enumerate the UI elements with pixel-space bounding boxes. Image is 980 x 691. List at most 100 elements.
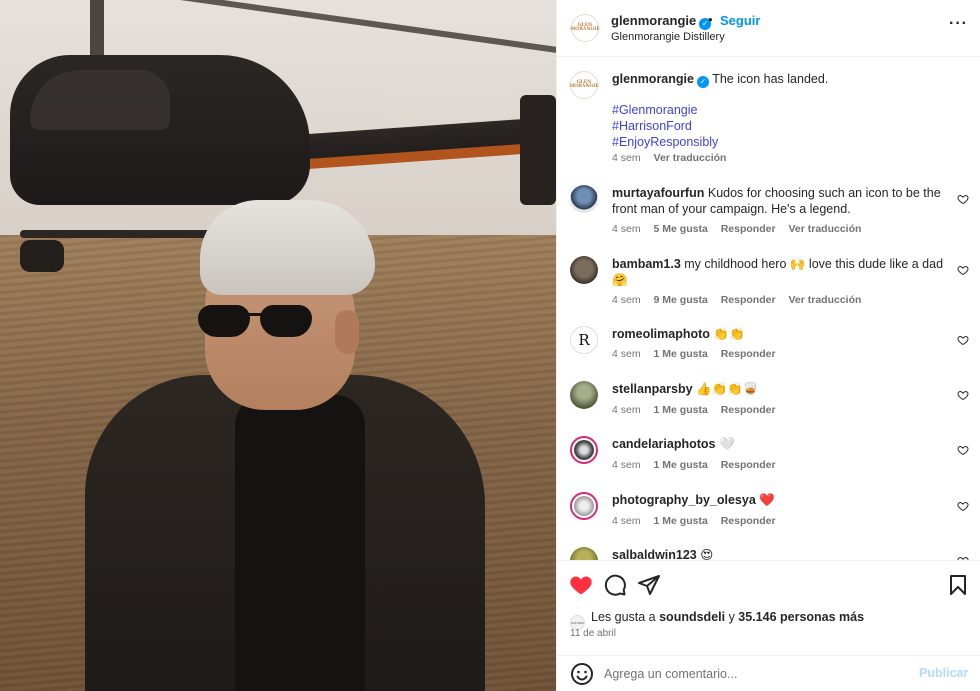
avatar[interactable] <box>570 185 598 213</box>
comment-meta: 4 sem 1 Me gusta Responder <box>612 404 776 416</box>
comment-username[interactable]: murtayafourfun <box>612 186 704 200</box>
comment-username[interactable]: bambam1.3 <box>612 257 681 271</box>
likes-prefix: Les gusta a <box>591 610 660 624</box>
comment-likes[interactable]: 5 Me gusta <box>654 223 708 235</box>
comment-body: ❤️ <box>759 493 775 507</box>
likes-middle: y <box>725 610 739 624</box>
helicopter-wheel <box>20 240 64 272</box>
heart-icon[interactable] <box>957 500 969 512</box>
hashtag-link[interactable]: #EnjoyResponsibly <box>612 134 947 150</box>
post-photo[interactable] <box>0 0 556 691</box>
separator-dot: • <box>708 12 713 27</box>
comment-username[interactable]: photography_by_olesya <box>612 493 756 507</box>
post-date[interactable]: 11 de abril <box>570 628 616 639</box>
follow-button[interactable]: Seguir <box>720 13 760 28</box>
hashtag-link[interactable]: #HarrisonFord <box>612 118 947 134</box>
comment-body: 🤍 <box>718 437 735 451</box>
comment-username[interactable]: candelariaphotos <box>612 437 716 451</box>
heart-icon[interactable] <box>957 389 969 401</box>
heart-icon[interactable] <box>569 573 593 597</box>
caption-meta: 4 sem Ver traducción <box>612 152 726 164</box>
reply-button[interactable]: Responder <box>721 515 776 527</box>
comment-input[interactable] <box>604 664 904 684</box>
caption-age: 4 sem <box>612 152 641 164</box>
hashtag-link[interactable]: #Glenmorangie <box>612 102 947 118</box>
comment-meta: 4 sem 5 Me gusta Responder Ver traducció… <box>612 223 861 235</box>
comment-text: photography_by_olesya ❤️ <box>612 492 947 508</box>
logo-text: GLEN MORANGIE <box>569 79 599 89</box>
likes-count[interactable]: 35.146 personas más <box>738 610 864 624</box>
reply-button[interactable]: Responder <box>721 348 776 360</box>
heart-icon[interactable] <box>957 334 969 346</box>
translate-link[interactable]: Ver traducción <box>654 152 727 164</box>
more-options-icon[interactable]: ··· <box>949 16 969 38</box>
bookmark-icon[interactable] <box>946 573 970 597</box>
post-header: GLEN MORANGIE glenmorangie ✓ • Seguir Gle… <box>557 0 980 57</box>
helicopter-mast <box>90 0 104 60</box>
translate-link[interactable]: Ver traducción <box>788 294 861 306</box>
location-link[interactable]: Glenmorangie Distillery <box>611 31 725 43</box>
comment-meta: 4 sem 1 Me gusta Responder <box>612 348 776 360</box>
comment-username[interactable]: stellanparsby <box>612 382 693 396</box>
helicopter-fin <box>520 95 556 205</box>
account-avatar[interactable]: GLEN MORANGIE <box>570 14 600 42</box>
avatar[interactable] <box>570 492 598 520</box>
comment-age: 4 sem <box>612 223 641 235</box>
helicopter-cabin <box>30 70 170 130</box>
heart-icon[interactable] <box>957 264 969 276</box>
comment-text: stellanparsby 👍👏👏🥃 <box>612 381 947 397</box>
account-name[interactable]: glenmorangie <box>611 13 696 28</box>
avatar-monogram: R <box>578 331 590 349</box>
reply-button[interactable]: Responder <box>721 294 776 306</box>
reply-button[interactable]: Responder <box>721 223 776 235</box>
comment-age: 4 sem <box>612 348 641 360</box>
comments-list[interactable]: GLEN MORANGIE glenmorangie ✓ The icon has… <box>557 57 980 560</box>
comment-meta: 4 sem 1 Me gusta Responder <box>612 515 776 527</box>
emoji-icon[interactable] <box>570 662 594 686</box>
comment-likes[interactable]: 1 Me gusta <box>654 348 708 360</box>
verified-badge-icon: ✓ <box>696 76 709 88</box>
comment-likes[interactable]: 1 Me gusta <box>654 459 708 471</box>
action-bar: SOUNDS Les gusta a soundsdeli y 35.146 pe… <box>557 560 980 655</box>
likes-summary: SOUNDS Les gusta a soundsdeli y 35.146 pe… <box>570 610 864 630</box>
logo-text: GLEN MORANGIE <box>570 22 600 32</box>
comment-likes[interactable]: 1 Me gusta <box>654 515 708 527</box>
comment-meta: 4 sem 1 Me gusta Responder <box>612 459 776 471</box>
heart-icon[interactable] <box>957 444 969 456</box>
comment-text: bambam1.3 my childhood hero 🙌 love this … <box>612 256 947 288</box>
avatar[interactable] <box>570 547 598 560</box>
publish-button[interactable]: Publicar <box>919 666 968 680</box>
caption-body: The icon has landed. <box>712 72 829 86</box>
reply-button[interactable]: Responder <box>721 404 776 416</box>
comment-likes[interactable]: 9 Me gusta <box>654 294 708 306</box>
comment-body: 👍👏👏🥃 <box>696 382 759 396</box>
caption-text: glenmorangie ✓ The icon has landed. #Glen… <box>612 71 947 150</box>
comment-text: murtayafourfun Kudos for choosing such a… <box>612 185 947 217</box>
comment-age: 4 sem <box>612 459 641 471</box>
comment-meta: 4 sem 9 Me gusta Responder Ver traducció… <box>612 294 861 306</box>
account-name-row[interactable]: glenmorangie ✓ <box>611 13 712 30</box>
avatar[interactable] <box>570 436 598 464</box>
comment-username[interactable]: salbaldwin123 <box>612 548 697 560</box>
heart-icon[interactable] <box>957 193 969 205</box>
person-sunglasses <box>198 305 318 339</box>
comment-username[interactable]: romeolimaphoto <box>612 327 710 341</box>
caption-username[interactable]: glenmorangie <box>612 72 694 86</box>
reply-button[interactable]: Responder <box>721 459 776 471</box>
comment-likes[interactable]: 1 Me gusta <box>654 404 708 416</box>
person-ear <box>335 310 359 354</box>
avatar[interactable]: R <box>570 326 598 354</box>
share-icon[interactable] <box>637 573 661 597</box>
comment-composer: Publicar <box>557 655 980 691</box>
comment-text: candelariaphotos 🤍 <box>612 436 947 452</box>
avatar[interactable] <box>570 256 598 284</box>
comment-icon[interactable] <box>603 573 627 597</box>
avatar[interactable] <box>570 381 598 409</box>
post-side-panel: GLEN MORANGIE glenmorangie ✓ • Seguir Gle… <box>556 0 980 691</box>
caption-avatar[interactable]: GLEN MORANGIE <box>569 71 599 99</box>
liker-username[interactable]: soundsdeli <box>659 610 725 624</box>
translate-link[interactable]: Ver traducción <box>788 223 861 235</box>
person-shirt <box>235 395 365 691</box>
comment-text: romeolimaphoto 👏👏 <box>612 326 947 342</box>
comment-text: salbaldwin123 😍 <box>612 547 947 560</box>
